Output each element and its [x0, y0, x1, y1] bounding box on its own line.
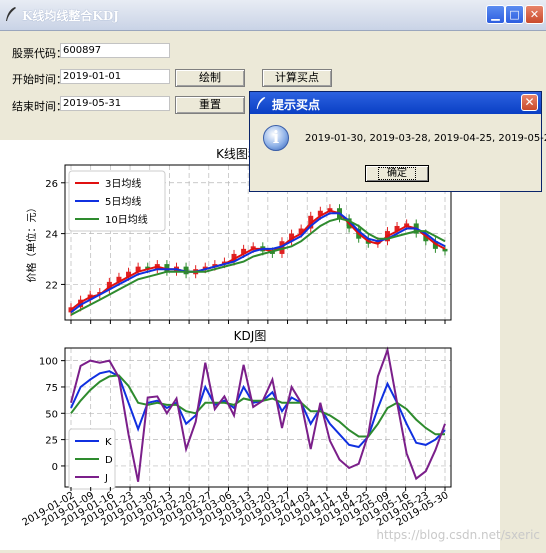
feather-icon [256, 97, 266, 109]
dialog-close-icon[interactable]: ✕ [521, 94, 538, 111]
legend-label: D [105, 455, 113, 466]
reset-button[interactable]: 重置 [175, 96, 245, 114]
chart-svg: K线图和均线2224263日均线5日均线10日均线价格（单位：元）KDJ图025… [21, 147, 452, 529]
y-tick-label: 50 [45, 409, 58, 420]
legend-label: 10日均线 [105, 213, 148, 226]
maximize-icon[interactable]: □ [505, 5, 524, 24]
series-line-K [70, 370, 446, 449]
end-date-label: 结束时间： [12, 100, 67, 113]
draw-button[interactable]: 绘制 [175, 69, 245, 87]
dialog-message: 2019-01-30, 2019-03-28, 2019-04-25, 2019… [305, 133, 546, 144]
start-date-input[interactable]: 2019-01-01 [60, 69, 170, 84]
y-tick-label: 26 [45, 179, 58, 190]
window-title: K线均线整合KDJ [22, 9, 119, 23]
chart-canvas: K线图和均线2224263日均线5日均线10日均线价格（单位：元）KDJ图025… [0, 140, 500, 550]
ok-button[interactable]: 确定 [365, 165, 429, 182]
ok-button-label: 确定 [378, 167, 416, 180]
y-axis-label: 价格（单位：元） [25, 203, 38, 283]
right-panel [500, 140, 546, 550]
legend-label: 5日均线 [105, 195, 141, 208]
title-bar: K线均线整合KDJ ▁ □ ✕ [0, 0, 546, 31]
series-line-J [70, 346, 446, 482]
y-tick-label: 0 [52, 462, 58, 473]
stock-code-input[interactable]: 600897 [60, 43, 170, 58]
chart-title: KDJ图 [234, 329, 267, 343]
stock-code-label: 股票代码： [12, 47, 67, 60]
candle-body [442, 248, 448, 252]
app-window: K线均线整合KDJ ▁ □ ✕ 股票代码： 600897 开始时间： 2019-… [0, 0, 546, 550]
minimize-icon[interactable]: ▁ [486, 5, 505, 24]
y-tick-label: 24 [45, 230, 58, 241]
dialog-title: 提示买点 [272, 98, 321, 112]
legend-label: K [105, 437, 112, 448]
end-date-input[interactable]: 2019-05-31 [60, 96, 170, 111]
dialog-title-bar: 提示买点 ✕ [250, 92, 541, 114]
feather-icon [6, 7, 16, 21]
watermark: https://blog.csdn.net/sxeric [376, 528, 540, 542]
y-tick-label: 100 [39, 357, 58, 368]
info-icon: i [263, 125, 289, 151]
start-date-label: 开始时间： [12, 73, 67, 86]
legend-label: J [104, 473, 108, 484]
legend-label: 3日均线 [105, 177, 141, 190]
y-tick-label: 22 [45, 280, 58, 291]
y-tick-label: 75 [45, 383, 58, 394]
calc-buy-button[interactable]: 计算买点 [262, 69, 332, 87]
buy-point-dialog: 提示买点 ✕ i 2019-01-30, 2019-03-28, 2019-04… [249, 91, 546, 192]
close-icon[interactable]: ✕ [525, 5, 544, 24]
y-tick-label: 25 [45, 436, 58, 447]
